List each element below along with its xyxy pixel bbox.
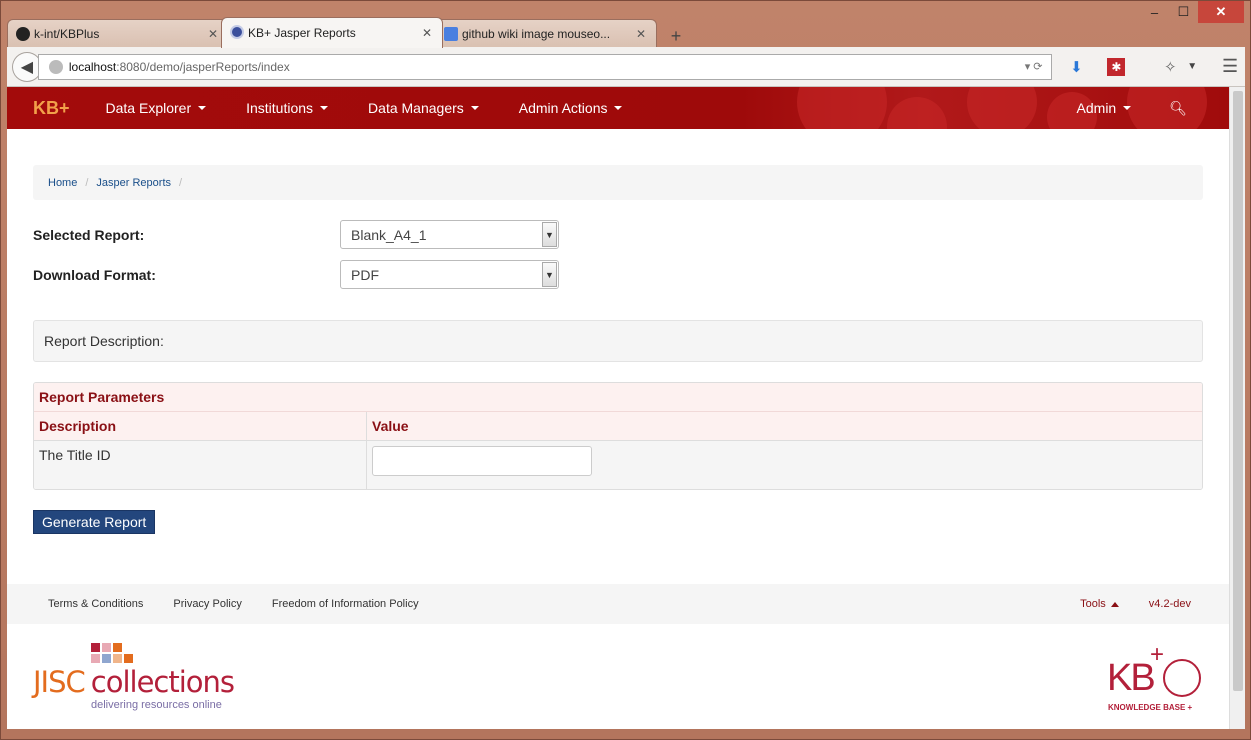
search-icon[interactable]: 🔍︎ [1169, 100, 1187, 117]
minimize-button[interactable]: – [1140, 1, 1169, 23]
navbar-right: Admin 🔍︎ [1077, 100, 1229, 117]
new-tab-button[interactable]: + [661, 24, 691, 48]
selected-report-row: Selected Report: Blank_A4_1 ▼ [33, 220, 573, 249]
generate-report-button[interactable]: Generate Report [33, 510, 156, 534]
close-tab-icon[interactable]: ✕ [636, 27, 646, 41]
selected-report-label: Selected Report: [33, 226, 145, 243]
brand-logo[interactable]: KB+ [33, 98, 70, 119]
jisc-squares-graphic [91, 643, 136, 665]
addon-icon[interactable]: ✱ [1107, 57, 1126, 76]
browser-toolbar: ◀ localhost:8080/demo/jasperReports/inde… [7, 47, 1245, 87]
download-format-value: PDF [351, 266, 379, 283]
jisc-tagline: delivering resources online [91, 699, 222, 711]
footer-link-terms[interactable]: Terms & Conditions [48, 598, 143, 610]
tab-google-search[interactable]: github wiki image mouseo... ✕ [435, 19, 657, 48]
kb-icon [230, 25, 244, 39]
caret-down-icon [320, 106, 329, 110]
caret-down-icon [470, 106, 479, 110]
url-host: localhost [68, 59, 117, 74]
footer-link-privacy[interactable]: Privacy Policy [173, 598, 241, 610]
window-controls: – ☐ ✕ [1140, 1, 1244, 23]
github-icon [16, 27, 30, 41]
version-label: v4.2-dev [1148, 598, 1191, 610]
reload-icon[interactable]: ▾ ⟳ [1025, 60, 1043, 73]
nav-label: Data Managers [368, 100, 464, 116]
kb-plus-sign: + [1150, 641, 1165, 668]
tools-menu[interactable]: Tools [1080, 598, 1119, 610]
caret-down-icon [614, 106, 623, 110]
kb-wordmark: KB [1107, 657, 1156, 699]
menu-icon[interactable]: ☰ [1215, 56, 1245, 77]
url-path: :8080/demo/jasperReports/index [116, 59, 290, 74]
selected-report-value: Blank_A4_1 [351, 226, 427, 243]
kb-tagline: KNOWLEDGE BASE + [1108, 703, 1193, 712]
globe-icon [1163, 659, 1201, 697]
main-navbar: KB+ Data Explorer Institutions Data Mana… [7, 87, 1229, 129]
report-parameters-title: Report Parameters [34, 383, 1202, 412]
user-menu[interactable]: Admin [1077, 100, 1132, 116]
page-content: KB+ Data Explorer Institutions Data Mana… [7, 87, 1229, 729]
breadcrumb-separator: / [85, 176, 89, 189]
nav-data-explorer[interactable]: Data Explorer [106, 100, 207, 116]
footer-link-foi[interactable]: Freedom of Information Policy [272, 598, 419, 610]
tab-jasper-reports[interactable]: KB+ Jasper Reports ✕ [221, 17, 443, 48]
nav-label: Data Explorer [105, 100, 192, 116]
param-description: The Title ID [34, 441, 367, 489]
column-header-description: Description [34, 412, 367, 440]
breadcrumb-separator: / [179, 176, 183, 189]
caret-down-icon [198, 106, 207, 110]
tab-label: github wiki image mouseo... [462, 27, 611, 41]
tab-label: KB+ Jasper Reports [248, 26, 356, 40]
vertical-scrollbar[interactable] [1229, 87, 1245, 729]
nav-admin-actions[interactable]: Admin Actions [519, 100, 623, 116]
nav-label: Admin Actions [518, 100, 608, 116]
download-format-row: Download Format: PDF ▼ [33, 260, 573, 289]
scrollbar-thumb[interactable] [1233, 91, 1243, 691]
close-tab-icon[interactable]: ✕ [422, 26, 432, 40]
nav-data-managers[interactable]: Data Managers [368, 100, 479, 116]
browser-window: – ☐ ✕ k-int/KBPlus ✕ KB+ Jasper Reports … [0, 0, 1251, 740]
caret-up-icon [1110, 602, 1119, 607]
jisc-wordmark: JISC collections [33, 665, 235, 699]
report-description-label: Report Description: [44, 333, 164, 349]
addon-dropdown-icon[interactable]: ▼ [1185, 61, 1199, 72]
address-bar[interactable]: localhost:8080/demo/jasperReports/index … [37, 53, 1052, 80]
caret-down-icon [1123, 106, 1132, 110]
param-value-cell [367, 441, 1202, 489]
footer-links: Terms & Conditions Privacy Policy Freedo… [7, 584, 1229, 624]
close-tab-icon[interactable]: ✕ [208, 27, 218, 41]
maximize-button[interactable]: ☐ [1169, 1, 1198, 23]
breadcrumb-home[interactable]: Home [48, 177, 77, 189]
back-arrow-icon: ◀ [20, 58, 34, 76]
site-identity-icon[interactable] [48, 59, 63, 74]
chevron-down-icon: ▼ [542, 262, 557, 287]
breadcrumb-jasper-reports[interactable]: Jasper Reports [96, 177, 171, 189]
close-window-button[interactable]: ✕ [1198, 1, 1244, 23]
nav-institutions[interactable]: Institutions [246, 100, 329, 116]
tab-strip: k-int/KBPlus ✕ KB+ Jasper Reports ✕ gith… [7, 17, 691, 48]
table-row: The Title ID [34, 441, 1202, 489]
tools-label: Tools [1080, 598, 1106, 610]
nav-label: Institutions [246, 100, 314, 116]
tab-label: k-int/KBPlus [34, 27, 100, 41]
footer-right: Tools v4.2-dev [1080, 598, 1229, 610]
breadcrumb: Home / Jasper Reports / [33, 165, 1203, 200]
report-parameters-table: Report Parameters Description Value The … [33, 382, 1203, 490]
column-header-value: Value [372, 418, 409, 434]
user-menu-label: Admin [1076, 100, 1117, 116]
google-icon [444, 27, 458, 41]
kb-plus-logo[interactable]: KB + KNOWLEDGE BASE + [1107, 641, 1207, 715]
chevron-down-icon: ▼ [542, 222, 557, 247]
download-icon[interactable]: ⬇ [1062, 58, 1092, 76]
selected-report-select[interactable]: Blank_A4_1 ▼ [340, 220, 559, 249]
download-format-label: Download Format: [33, 266, 156, 283]
tab-kbplus-github[interactable]: k-int/KBPlus ✕ [7, 19, 229, 48]
title-id-input[interactable] [372, 446, 592, 476]
table-header-row: Description Value [34, 412, 1202, 441]
download-format-select[interactable]: PDF ▼ [340, 260, 559, 289]
firebug-icon[interactable]: ✧ [1155, 58, 1185, 76]
report-description: Report Description: [33, 320, 1203, 362]
